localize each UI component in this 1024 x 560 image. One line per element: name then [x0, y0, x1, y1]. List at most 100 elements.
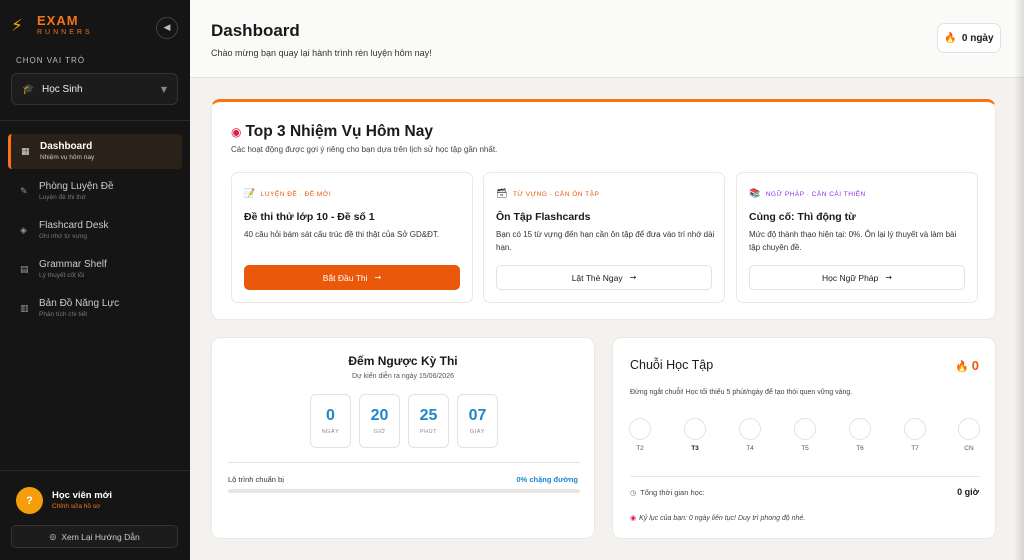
nav-item-title: Bản Đồ Năng Lực — [39, 298, 120, 309]
streak-badge[interactable]: 🔥 0 ngày — [937, 23, 1001, 53]
brand-name: EXAM — [37, 13, 79, 28]
task-card: 🗃 TỪ VỰNG · CẦN ÔN TẬP Ôn Tập Flashcards… — [483, 172, 725, 303]
day-circle — [684, 418, 706, 440]
task-description: Bạn có 15 từ vựng đến hạn cần ôn tập để … — [496, 230, 715, 252]
task-card: 📝 LUYỆN ĐỀ · ĐỀ MỚI Đề thi thử lớp 10 - … — [231, 172, 473, 303]
scroll-edge-shadow — [1014, 0, 1024, 560]
weekday-indicator: T4 — [738, 418, 762, 452]
weekday-indicator: T6 — [848, 418, 872, 452]
double-chevron-left-icon: ◀ — [163, 23, 171, 33]
countdown-unit-label: GIỜ — [373, 429, 386, 435]
graduation-cap-icon: 🎓 — [22, 83, 35, 95]
role-label: CHỌN VAI TRÒ — [16, 56, 86, 65]
brand-logo[interactable]: ⚡ EXAM RUNNERS — [11, 14, 93, 37]
countdown-unit-label: NGÀY — [321, 429, 340, 435]
countdown-subtitle: Dự kiến diễn ra ngày 15/06/2026 — [352, 373, 454, 380]
pencil-icon: ✎ — [20, 186, 28, 197]
countdown-minutes: 25 PHÚT — [408, 394, 449, 448]
nav-item-subtitle: Ghi nhớ từ vựng — [39, 233, 88, 240]
brand-tagline: RUNNERS — [37, 29, 93, 36]
countdown-value: 20 — [370, 407, 389, 424]
divider — [0, 470, 190, 471]
countdown-value: 07 — [468, 407, 487, 424]
day-circle — [794, 418, 816, 440]
nav-item-practice-room[interactable]: ✎ Phòng Luyện Đề Luyện đề thi thử — [8, 174, 182, 209]
weekday-indicator: T3 — [683, 418, 707, 452]
nav-item-subtitle: Lý thuyết cốt lõi — [39, 272, 85, 279]
start-exam-label: Bắt Đầu Thi — [322, 272, 368, 283]
countdown-hours: 20 GIỜ — [359, 394, 400, 448]
nav-item-dashboard[interactable]: ▦ Dashboard Nhiệm vụ hôm nay — [8, 134, 182, 169]
missions-title-text: Top 3 Nhiệm Vụ Hôm Nay — [245, 123, 433, 140]
divider — [630, 476, 980, 477]
nav-item-skill-map[interactable]: ▥ Bản Đồ Năng Lực Phân tích chi tiết — [8, 291, 182, 326]
study-streak-card: Chuỗi Học Tập 🔥 0 Đừng ngắt chuỗi! Học tố… — [612, 337, 996, 539]
countdown-value: 0 — [326, 407, 335, 424]
arrow-right-icon: → — [374, 273, 382, 282]
nav-item-title: Grammar Shelf — [39, 259, 107, 270]
countdown-unit-label: PHÚT — [420, 429, 437, 435]
nav-item-title: Dashboard — [40, 141, 93, 152]
target-icon: ◉ — [231, 125, 242, 139]
task-tag-label: NGỮ PHÁP · CẦN CẢI THIỆN — [765, 190, 866, 198]
role-select[interactable]: 🎓 Học Sinh ▼ — [11, 73, 178, 105]
books-icon: 📚 — [749, 189, 761, 199]
day-label: T3 — [691, 445, 699, 452]
book-icon: ▤ — [20, 264, 29, 275]
nav-item-grammar-shelf[interactable]: ▤ Grammar Shelf Lý thuyết cốt lõi — [8, 252, 182, 287]
nav-item-flashcard-desk[interactable]: ◈ Flashcard Desk Ghi nhớ từ vựng — [8, 213, 182, 248]
start-exam-button[interactable]: Bắt Đầu Thi → — [244, 265, 460, 290]
edit-profile-link[interactable]: Chỉnh sửa hồ sơ — [52, 502, 112, 511]
fire-icon: 🔥 — [944, 32, 957, 44]
flip-cards-button[interactable]: Lật Thẻ Ngay → — [496, 265, 712, 290]
weekday-indicator: T2 — [628, 418, 652, 452]
daily-missions-card: ◉ Top 3 Nhiệm Vụ Hôm Nay Các hoạt động đ… — [211, 99, 996, 320]
divider — [228, 462, 580, 463]
weekday-indicator: T7 — [903, 418, 927, 452]
role-selected: Học Sinh — [42, 83, 83, 95]
day-label: T5 — [801, 445, 809, 452]
streak-count: 🔥 0 — [955, 358, 979, 373]
collapse-sidebar-button[interactable]: ◀ — [156, 17, 178, 39]
target-icon: ◉ — [630, 514, 637, 522]
countdown-title: Đếm Ngược Kỳ Thi — [348, 354, 458, 368]
layers-icon: ◈ — [20, 225, 27, 236]
arrow-right-icon: → — [629, 273, 637, 282]
task-name: Củng cố: Thì động từ — [749, 211, 856, 223]
day-circle — [958, 418, 980, 440]
card-box-icon: 🗃 — [496, 189, 508, 199]
day-label: T7 — [911, 445, 919, 452]
fire-icon: 🔥 — [955, 360, 969, 373]
streak-badge-label: 0 ngày — [961, 32, 994, 44]
task-tag: 📝 LUYỆN ĐỀ · ĐỀ MỚI — [244, 189, 331, 199]
user-profile[interactable]: ? Học viên mới Chỉnh sửa hồ sơ — [16, 487, 112, 514]
clock-icon: ◷ — [630, 488, 637, 497]
weekday-indicator: T5 — [793, 418, 817, 452]
learn-grammar-button[interactable]: Học Ngữ Pháp → — [749, 265, 965, 290]
arrow-right-icon: → — [885, 273, 892, 282]
day-circle — [629, 418, 651, 440]
progress-label: Lộ trình chuẩn bị — [228, 475, 284, 484]
nav-item-title: Phòng Luyện Đề — [39, 181, 114, 192]
learn-grammar-label: Học Ngữ Pháp — [822, 272, 879, 283]
task-description: 40 câu hỏi bám sát cấu trúc đề thi thật … — [244, 230, 440, 239]
avatar: ? — [16, 487, 43, 514]
grid-icon: ▦ — [21, 146, 30, 157]
task-tag-label: TỪ VỰNG · CẦN ÔN TẬP — [512, 190, 600, 198]
streak-subtitle: Đừng ngắt chuỗi! Học tối thiểu 5 phút/ng… — [630, 389, 853, 396]
missions-title: ◉ Top 3 Nhiệm Vụ Hôm Nay — [231, 123, 433, 141]
weekday-indicator: CN — [957, 418, 981, 452]
streak-record-text: Kỷ lục của bạn: 0 ngày liên tục! Duy trì… — [639, 514, 806, 522]
day-label: T4 — [746, 445, 754, 452]
compass-icon: ◎ — [49, 532, 57, 541]
countdown-days: 0 NGÀY — [310, 394, 351, 448]
countdown-seconds: 07 GIÂY — [457, 394, 498, 448]
review-guide-button[interactable]: ◎ Xem Lại Hướng Dẫn — [11, 525, 178, 548]
exam-countdown-card: Đếm Ngược Kỳ Thi Dự kiến diễn ra ngày 15… — [211, 337, 595, 539]
total-time-value: 0 giờ — [957, 487, 979, 497]
day-circle — [739, 418, 761, 440]
task-name: Ôn Tập Flashcards — [496, 211, 591, 223]
divider — [0, 120, 190, 121]
page-header: Dashboard Chào mừng bạn quay lại hành tr… — [190, 0, 1024, 78]
day-circle — [904, 418, 926, 440]
